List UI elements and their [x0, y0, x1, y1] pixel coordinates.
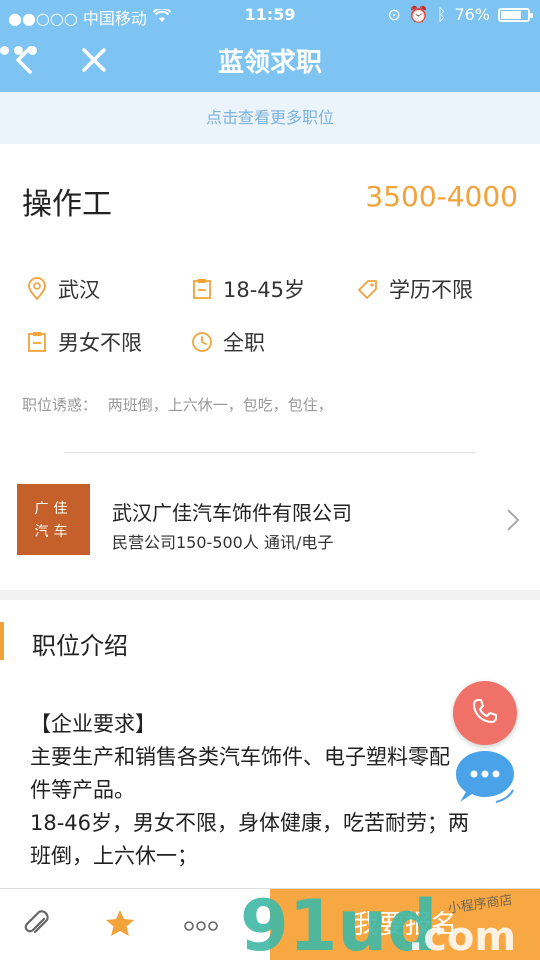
tag-label-icon [357, 278, 379, 300]
job-title: 操作工 [22, 187, 112, 222]
battery-percent: 76% [454, 5, 490, 24]
tag-type: 全职 [191, 327, 265, 357]
apply-button[interactable]: 我要报名 [270, 889, 540, 960]
job-card: 操作工 3500-4000 武汉 18-45岁 学历不限 男女不限 全职 职位诱… [0, 144, 540, 590]
intro-line: 【企业要求】 [30, 712, 156, 736]
bottom-bar: 我要报名 [0, 888, 540, 960]
intro-line: 班倒，上六休一； [30, 844, 198, 868]
chat-bubble-icon [452, 746, 518, 812]
company-info: 民营公司150-500人 通讯/电子 [112, 533, 334, 552]
tag-age: 18-45岁 [191, 274, 305, 304]
logo-line-2: 汽车 [34, 524, 73, 540]
phone-icon [470, 696, 500, 730]
more-options-icon[interactable] [184, 911, 218, 939]
clipboard-icon [26, 331, 48, 353]
tag-education: 学历不限 [357, 274, 473, 304]
company-row[interactable]: 广佳 汽车 武汉广佳汽车饰件有限公司 民营公司150-500人 通讯/电子 [0, 479, 540, 559]
clock-icon [191, 331, 213, 353]
bluetooth-icon: ᛒ [436, 5, 447, 24]
section-accent-bar [0, 622, 4, 660]
page-title: 蓝领求职 [217, 48, 322, 78]
location-text: 武汉 [58, 278, 100, 302]
intro-line: 主要生产和销售各类汽车饰件、电子塑料零配 [30, 745, 450, 769]
nav-bar: 蓝领求职 [0, 30, 540, 92]
intro-line: 件等产品。 [30, 778, 135, 802]
job-salary: 3500-4000 [365, 180, 518, 213]
logo-line-1: 广佳 [34, 501, 73, 517]
clipboard-icon [191, 278, 213, 300]
attachment-icon[interactable] [22, 907, 52, 948]
status-bar: ●●○○○ 中国移动 11:59 ⊙ ⏰ ᛒ 76% [0, 0, 540, 30]
tag-gender: 男女不限 [26, 327, 142, 357]
education-text: 学历不限 [389, 278, 473, 302]
perks-label: 职位诱惑： [22, 396, 98, 414]
gender-text: 男女不限 [58, 331, 142, 355]
age-text: 18-45岁 [223, 278, 306, 302]
intro-line: 18-46岁，男女不限，身体健康，吃苦耐劳；两 [30, 811, 470, 835]
company-name: 武汉广佳汽车饰件有限公司 [112, 501, 352, 525]
company-logo: 广佳 汽车 [17, 484, 90, 555]
location-pin-icon [26, 277, 48, 301]
tag-location: 武汉 [26, 274, 100, 304]
job-intro-section: 职位介绍 【企业要求】 主要生产和销售各类汽车饰件、电子塑料零配 件等产品。 1… [0, 600, 540, 890]
alarm-icon: ⏰ [408, 5, 429, 24]
favorite-star-icon[interactable] [104, 907, 136, 946]
status-right: ⊙ ⏰ ᛒ 76% [387, 5, 533, 24]
chat-button[interactable] [452, 748, 518, 810]
intro-heading: 职位介绍 [32, 632, 128, 660]
type-text: 全职 [223, 331, 265, 355]
chevron-right-icon [506, 507, 520, 540]
battery-icon [498, 7, 533, 22]
divider [64, 452, 476, 453]
lock-rotation-icon: ⊙ [387, 5, 401, 24]
job-perks: 职位诱惑： 两班倒，上六休一，包吃，包住， [22, 394, 333, 415]
more-jobs-link[interactable]: 点击查看更多职位 [0, 92, 540, 144]
battery-level [501, 10, 521, 19]
intro-body: 【企业要求】 主要生产和销售各类汽车饰件、电子塑料零配 件等产品。 18-46岁… [30, 708, 510, 873]
perks-text: 两班倒，上六休一，包吃，包住， [107, 396, 333, 414]
call-button[interactable] [453, 681, 517, 745]
